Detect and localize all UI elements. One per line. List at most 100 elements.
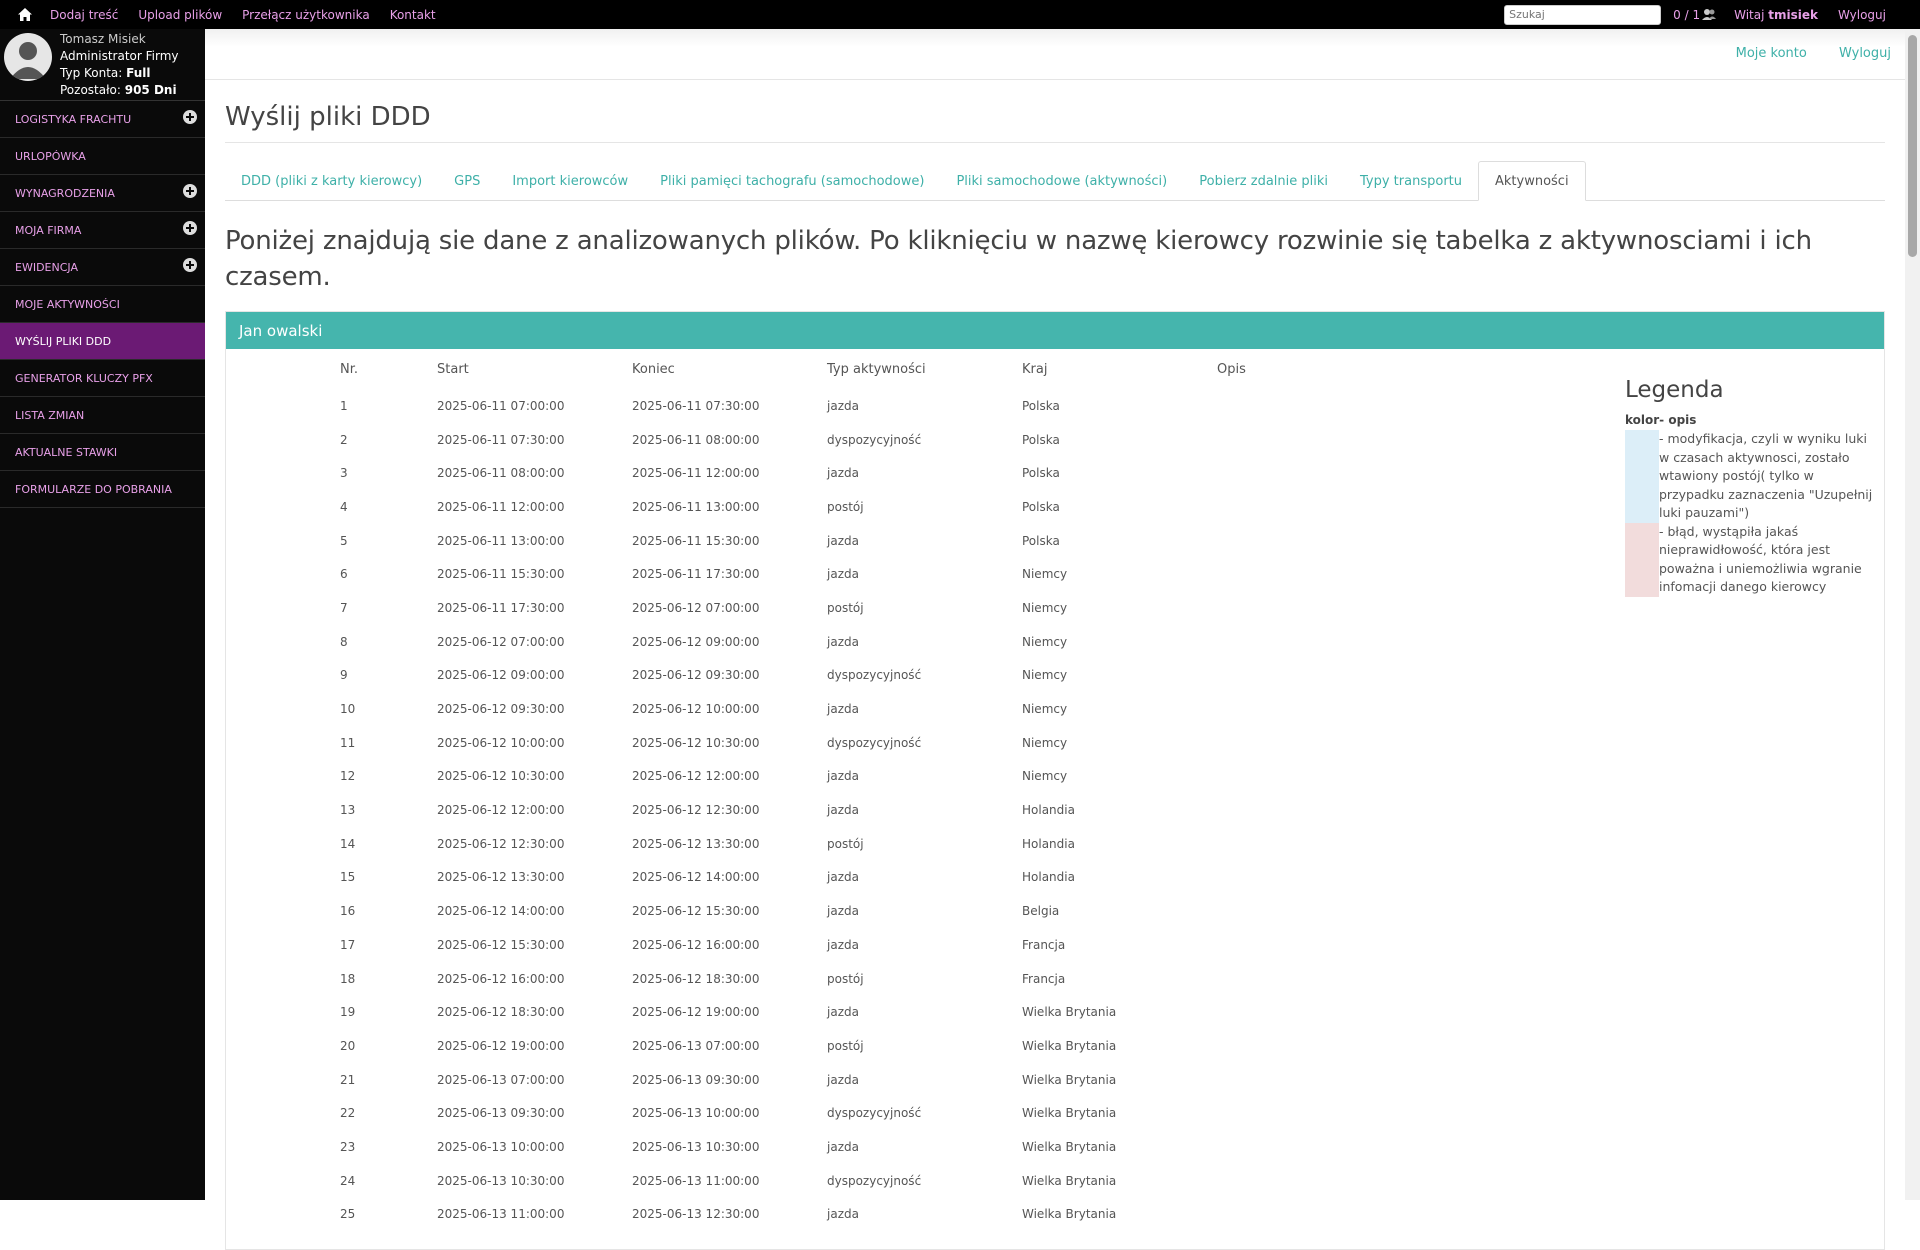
cell-start: 2025-06-12 09:00:00 bbox=[437, 668, 565, 683]
sidebar-item-label: EWIDENCJA bbox=[15, 260, 78, 274]
tab-ddd-driver-card[interactable]: DDD (pliki z karty kierowcy) bbox=[225, 161, 438, 201]
cell-end: 2025-06-11 13:00:00 bbox=[632, 499, 760, 514]
tab-vehicle-files-activities[interactable]: Pliki samochodowe (aktywności) bbox=[940, 161, 1183, 201]
cell-activity-type: jazda bbox=[827, 1139, 859, 1154]
legend-title: Legenda bbox=[1625, 377, 1724, 403]
cell-nr: 3 bbox=[340, 466, 348, 481]
cell-nr: 24 bbox=[340, 1173, 356, 1188]
cell-activity-type: jazda bbox=[827, 1207, 859, 1222]
sidebar-item-formularze-do-pobrania[interactable]: FORMULARZE DO POBRANIA bbox=[0, 471, 205, 508]
cell-description bbox=[1217, 962, 1417, 996]
sidebar-item-moja-firma[interactable]: MOJA FIRMA bbox=[0, 212, 205, 249]
legend-swatch-error bbox=[1625, 522, 1659, 597]
top-logout-link[interactable]: Wyloguj bbox=[1838, 8, 1886, 22]
legend-header: kolor- opis bbox=[1625, 413, 1697, 427]
contact-link[interactable]: Kontakt bbox=[390, 8, 436, 22]
cell-description bbox=[1217, 827, 1417, 861]
sidebar-item-lista-zmian[interactable]: LISTA ZMIAN bbox=[0, 397, 205, 434]
scrollbar-thumb[interactable] bbox=[1908, 35, 1917, 257]
cell-description bbox=[1217, 659, 1417, 693]
expand-plus-icon[interactable] bbox=[183, 221, 197, 235]
tab-transport-types[interactable]: Typy transportu bbox=[1344, 161, 1478, 201]
online-users-counter[interactable]: 0 / 1 bbox=[1673, 7, 1717, 22]
sidebar-item-moje-aktywnosci[interactable]: MOJE AKTYWNOŚCI bbox=[0, 286, 205, 323]
cell-description bbox=[1217, 894, 1417, 928]
table-row: 10 2025-06-12 09:30:00 2025-06-12 10:00:00… bbox=[340, 692, 1417, 726]
cell-description bbox=[1217, 524, 1417, 558]
cell-nr: 18 bbox=[340, 971, 356, 986]
my-account-link[interactable]: Moje konto bbox=[1736, 46, 1807, 61]
cell-nr: 6 bbox=[340, 567, 348, 582]
cell-end: 2025-06-12 10:00:00 bbox=[632, 702, 760, 717]
search-input[interactable] bbox=[1504, 4, 1662, 25]
table-row: 3 2025-06-11 08:00:00 2025-06-11 12:00:00 j… bbox=[340, 456, 1417, 490]
tab-remote-download[interactable]: Pobierz zdalnie pliki bbox=[1183, 161, 1344, 201]
cell-start: 2025-06-11 13:00:00 bbox=[437, 533, 565, 548]
cell-nr: 16 bbox=[340, 904, 356, 919]
sidebar-item-label: LISTA ZMIAN bbox=[15, 408, 85, 422]
cell-end: 2025-06-12 16:00:00 bbox=[632, 937, 760, 952]
cell-activity-type: postój bbox=[827, 836, 864, 851]
cell-country: Wielka Brytania bbox=[1022, 1106, 1117, 1121]
cell-country: Polska bbox=[1022, 499, 1060, 514]
sidebar-item-wyslij-pliki-ddd[interactable]: WYŚLIJ PLIKI DDD bbox=[0, 323, 205, 360]
welcome-username[interactable]: tmisiek bbox=[1768, 8, 1818, 22]
cell-nr: 23 bbox=[340, 1139, 356, 1154]
tab-activities[interactable]: Aktywności bbox=[1478, 161, 1586, 201]
top-bar-right: 0 / 1 Witaj tmisiek Wyloguj bbox=[1504, 0, 1886, 29]
upload-files-link[interactable]: Upload plików bbox=[138, 8, 222, 22]
subheader-logout-link[interactable]: Wyloguj bbox=[1839, 46, 1891, 61]
user-profile: Tomasz Misiek Administrator Firmy Typ Ko… bbox=[0, 29, 205, 101]
expand-plus-icon[interactable] bbox=[183, 184, 197, 198]
switch-user-link[interactable]: Przełącz użytkownika bbox=[242, 8, 370, 22]
home-icon[interactable] bbox=[18, 8, 36, 22]
sidebar-item-label: MOJE AKTYWNOŚCI bbox=[15, 297, 120, 311]
cell-country: Niemcy bbox=[1022, 668, 1068, 683]
sidebar-item-label: LOGISTYKA FRACHTU bbox=[15, 112, 132, 126]
cell-country: Niemcy bbox=[1022, 600, 1068, 615]
expand-plus-icon[interactable] bbox=[183, 258, 197, 272]
tab-import-drivers[interactable]: Import kierowców bbox=[496, 161, 644, 201]
cell-nr: 2 bbox=[340, 432, 348, 447]
sidebar-item-ewidencja[interactable]: EWIDENCJA bbox=[0, 249, 205, 286]
cell-description bbox=[1217, 389, 1417, 423]
cell-description bbox=[1217, 1096, 1417, 1130]
sidebar-item-logistyka-frachtu[interactable]: LOGISTYKA FRACHTU bbox=[0, 101, 205, 138]
welcome-text: Witaj tmisiek bbox=[1734, 8, 1818, 22]
cell-nr: 22 bbox=[340, 1106, 356, 1121]
page-title: Wyślij pliki DDD bbox=[225, 102, 1885, 143]
driver-name-header[interactable]: Jan owalski bbox=[226, 312, 1884, 349]
sidebar-item-label: MOJA FIRMA bbox=[15, 223, 82, 237]
tab-tachograph-memory[interactable]: Pliki pamięci tachografu (samochodowe) bbox=[644, 161, 940, 201]
cell-start: 2025-06-12 12:00:00 bbox=[437, 803, 565, 818]
sidebar-item-wynagrodzenia[interactable]: WYNAGRODZENIA bbox=[0, 175, 205, 212]
tab-gps[interactable]: GPS bbox=[438, 161, 496, 201]
cell-country: Wielka Brytania bbox=[1022, 1173, 1117, 1188]
add-content-link[interactable]: Dodaj treść bbox=[50, 8, 118, 22]
cell-nr: 4 bbox=[340, 499, 348, 514]
cell-country: Polska bbox=[1022, 466, 1060, 481]
sidebar-item-generator-kluczy-pfx[interactable]: GENERATOR KLUCZY PFX bbox=[0, 360, 205, 397]
sidebar-item-label: FORMULARZE DO POBRANIA bbox=[15, 482, 172, 496]
sidebar-item-aktualne-stawki[interactable]: AKTUALNE STAWKI bbox=[0, 434, 205, 471]
table-row: 13 2025-06-12 12:00:00 2025-06-12 12:30:00… bbox=[340, 793, 1417, 827]
main-content: Wyślij pliki DDD DDD (pliki z karty kier… bbox=[225, 80, 1885, 1250]
cell-nr: 13 bbox=[340, 803, 356, 818]
cell-activity-type: jazda bbox=[827, 870, 859, 885]
online-users-count: 0 / 1 bbox=[1673, 7, 1701, 22]
cell-start: 2025-06-11 07:30:00 bbox=[437, 432, 565, 447]
sidebar-item-urlopowka[interactable]: URLOPÓWKA bbox=[0, 138, 205, 175]
table-row: 15 2025-06-12 13:30:00 2025-06-12 14:00:00… bbox=[340, 861, 1417, 895]
cell-description bbox=[1217, 861, 1417, 895]
page-scrollbar[interactable] bbox=[1905, 29, 1920, 1200]
cell-country: Niemcy bbox=[1022, 634, 1068, 649]
cell-end: 2025-06-12 10:30:00 bbox=[632, 735, 760, 750]
users-icon bbox=[1702, 9, 1717, 20]
expand-plus-icon[interactable] bbox=[183, 110, 197, 124]
cell-start: 2025-06-12 16:00:00 bbox=[437, 971, 565, 986]
cell-end: 2025-06-12 13:30:00 bbox=[632, 836, 760, 851]
cell-nr: 21 bbox=[340, 1072, 356, 1087]
cell-activity-type: jazda bbox=[827, 398, 859, 413]
cell-start: 2025-06-12 10:30:00 bbox=[437, 769, 565, 784]
table-row: 19 2025-06-12 18:30:00 2025-06-12 19:00:00… bbox=[340, 995, 1417, 1029]
